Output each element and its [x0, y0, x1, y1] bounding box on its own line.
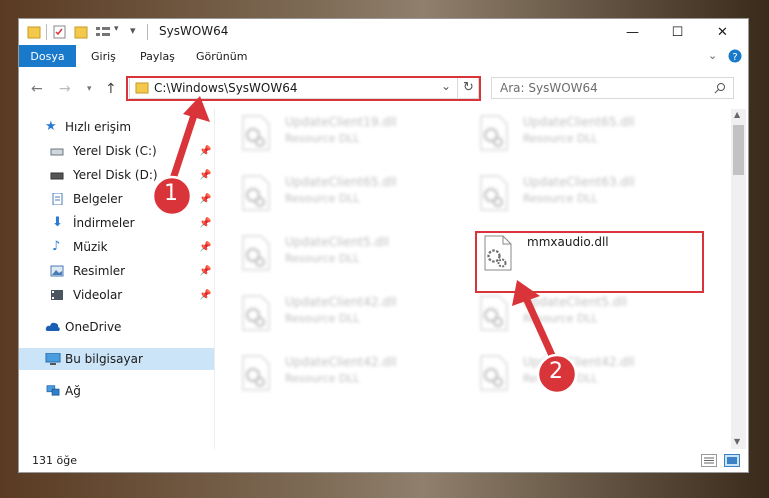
arrow-2-shaft: [522, 294, 559, 366]
callout-2-label: 2: [549, 359, 563, 384]
arrow-1-shaft: [168, 108, 199, 186]
callout-1-label: 1: [164, 181, 178, 206]
annotation-layer: [151, 96, 578, 395]
